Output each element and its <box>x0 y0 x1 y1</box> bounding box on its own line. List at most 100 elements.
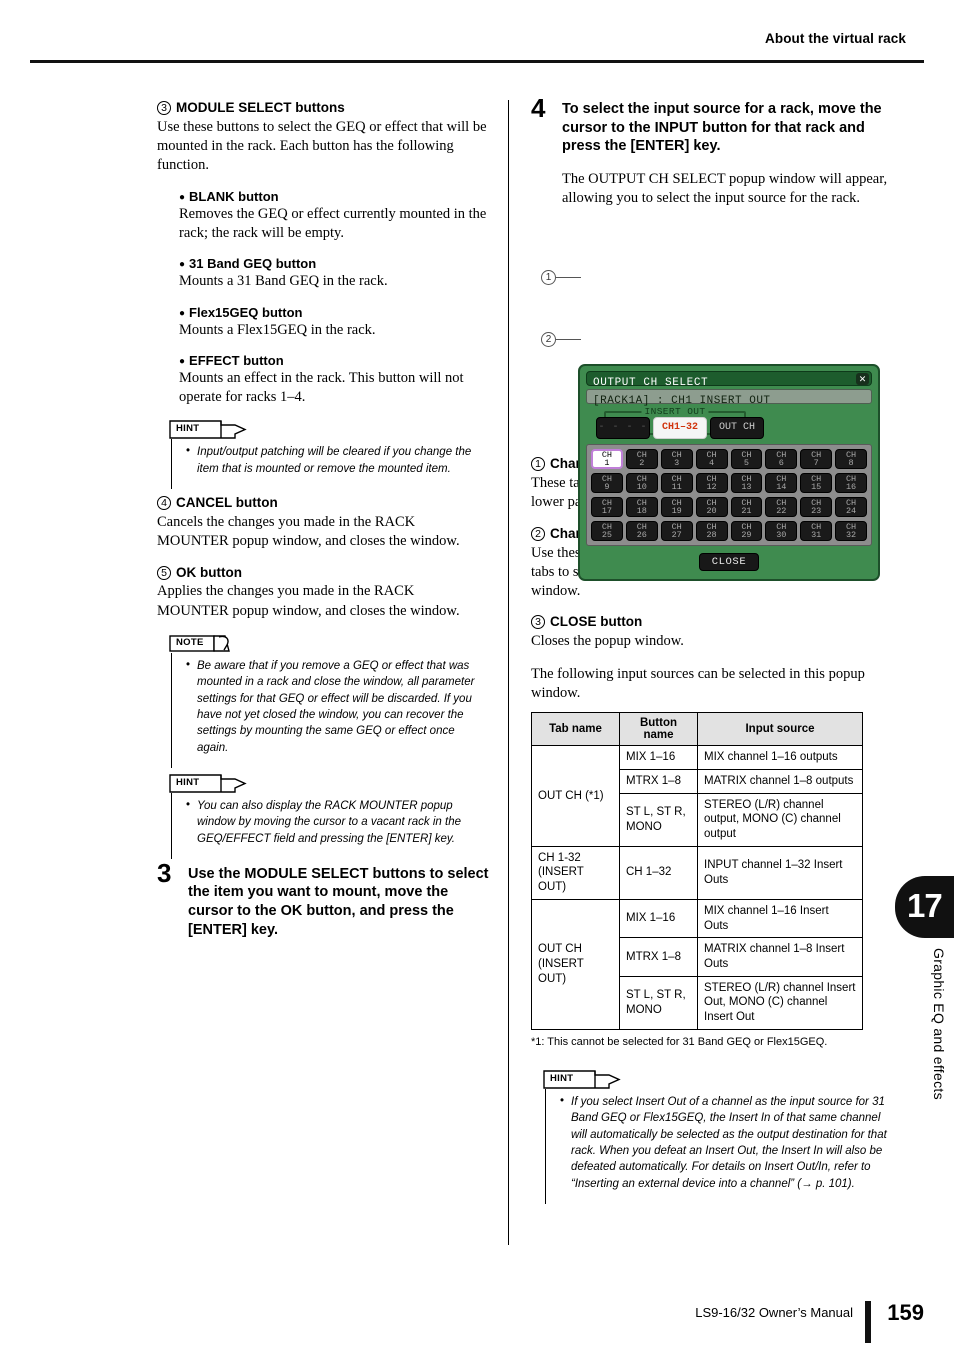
dialog-title: OUTPUT CH SELECT <box>593 377 709 390</box>
page-header: About the virtual rack <box>0 0 954 63</box>
table-header-button-name: Button name <box>619 712 698 747</box>
callout-marker-dialog-1: 1 <box>541 270 556 286</box>
module-select-body: Use these buttons to select the GEQ or e… <box>157 118 487 174</box>
channel-button-3[interactable]: CH 3 <box>660 449 693 470</box>
hint-body-3: If you select Insert Out of a channel as… <box>545 1088 891 1204</box>
channel-button-23[interactable]: CH 23 <box>800 497 833 518</box>
channel-button-26[interactable]: CH 26 <box>625 521 658 542</box>
channel-button-6[interactable]: CH 6 <box>765 449 798 470</box>
channel-button-29[interactable]: CH 29 <box>730 521 763 542</box>
channel-button-24[interactable]: CH 24 <box>835 497 867 518</box>
channel-button-11[interactable]: CH 11 <box>660 473 693 494</box>
chapter-label: Graphic EQ and effects <box>931 948 947 1100</box>
step-3-number: 3 <box>157 857 172 888</box>
tab-blank[interactable]: - - - - <box>596 417 650 440</box>
table-cell-input-source: STEREO (L/R) channel output, MONO (C) ch… <box>697 792 863 847</box>
channel-button-13[interactable]: CH 13 <box>730 473 763 494</box>
channel-button-4[interactable]: CH 4 <box>695 449 728 470</box>
ok-body: Applies the changes you made in the RACK… <box>157 583 460 619</box>
channel-button-number: 12 <box>706 482 717 493</box>
channel-button-27[interactable]: CH 27 <box>660 521 693 542</box>
channel-select-tabs-group: INSERT OUT - - - - CH 1–32 OUT CH <box>586 406 872 441</box>
ok-heading-text: OK button <box>176 564 242 580</box>
table-header-row: Tab name Button name Input source <box>531 712 863 747</box>
channel-button-number: 28 <box>706 530 717 541</box>
channel-button-12[interactable]: CH 12 <box>695 473 728 494</box>
table-header-tab-name: Tab name <box>531 712 620 747</box>
page-footer <box>0 1289 954 1351</box>
tab-ch-1-32[interactable]: CH 1–32 <box>653 417 707 440</box>
section-ok-button: 5 OK button Applies the changes you made … <box>157 565 489 621</box>
channel-button-30[interactable]: CH 30 <box>765 521 798 542</box>
channel-button-22[interactable]: CH 22 <box>765 497 798 518</box>
channel-button-number: 31 <box>811 530 822 541</box>
channel-button-32[interactable]: CH 32 <box>835 521 867 542</box>
channel-button-1[interactable]: CH 1 <box>591 449 623 470</box>
insert-out-group-label: INSERT OUT <box>641 406 709 418</box>
table-cell-input-source: MIX channel 1–16 Insert Outs <box>697 898 863 939</box>
channel-button-5[interactable]: CH 5 <box>730 449 763 470</box>
tab-out-ch[interactable]: OUT CH <box>710 417 764 440</box>
table-row: OUT CH (INSERT OUT) MIX 1–16 MIX channel 1… <box>531 898 863 1030</box>
channel-button-31[interactable]: CH 31 <box>800 521 833 542</box>
step-4-body: The OUTPUT CH SELECT popup window will a… <box>562 170 888 206</box>
hint-callout-2: HINT You can also display the RACK MOUNT… <box>157 774 489 859</box>
close-icon[interactable]: ✕ <box>856 373 869 386</box>
column-divider <box>508 100 509 1245</box>
channel-button-16[interactable]: CH 16 <box>835 473 867 494</box>
channel-button-number: 32 <box>845 530 857 541</box>
channel-button-number: 23 <box>811 506 822 517</box>
table-cell-input-source: INPUT channel 1–32 Insert Outs <box>697 845 863 900</box>
bullet-flex15geq-body: Mounts a Flex15GEQ in the rack. <box>179 321 376 338</box>
table-cell-button-name: MIX 1–16 <box>619 745 698 770</box>
channel-button-28[interactable]: CH 28 <box>695 521 728 542</box>
channel-button-19[interactable]: CH 19 <box>660 497 693 518</box>
channel-button-15[interactable]: CH 15 <box>800 473 833 494</box>
channel-button-number: 7 <box>813 458 819 469</box>
channel-button-17[interactable]: CH 17 <box>591 497 623 518</box>
output-ch-select-dialog-wrap: OUTPUT CH SELECT ✕ [RACK1A] : CH1 INSERT… <box>578 364 880 582</box>
hint-item-2: You can also display the RACK MOUNTER po… <box>186 797 489 847</box>
channel-select-buttons: CH 1 CH 2 CH 3 CH 4 CH 5 CH 6 CH 7 CH 8 CH 9 CH 10 CH 11 CH 12 C… <box>586 444 872 547</box>
channel-button-8[interactable]: CH 8 <box>835 449 867 470</box>
output-ch-select-dialog: OUTPUT CH SELECT ✕ [RACK1A] : CH1 INSERT… <box>578 364 880 582</box>
table-cell-tab-name: CH 1-32 (INSERT OUT) <box>531 845 620 900</box>
hint-tag-2: HINT <box>169 774 247 793</box>
channel-button-21[interactable]: CH 21 <box>730 497 763 518</box>
tab-ch-1-32-line1: CH <box>661 422 674 434</box>
channel-button-20[interactable]: CH 20 <box>695 497 728 518</box>
step-3: 3 Use the MODULE SELECT buttons to selec… <box>157 860 489 939</box>
channel-button-18[interactable]: CH 18 <box>625 497 658 518</box>
table-row: OUT CH (*1) MIX 1–16 MIX channel 1–16 outp… <box>531 745 863 847</box>
channel-button-number: 27 <box>671 530 682 541</box>
ok-heading: 5 OK button <box>157 565 489 582</box>
dialog-item-3-body: Closes the popup window. <box>531 633 684 650</box>
right-column: 4 To select the input source for a rack,… <box>531 95 891 1210</box>
dialog-figure: 1 2 3 OUTPUT CH SELECT ✕ [RACK1A] : CH1 … <box>531 221 891 582</box>
table-cell-input-source: MATRIX channel 1–8 Insert Outs <box>697 937 863 977</box>
cancel-heading-text: CANCEL button <box>176 495 278 511</box>
footer-page-number: 159 <box>887 1300 924 1325</box>
table-cell-button-name: MTRX 1–8 <box>619 937 698 977</box>
page-header-title: About the virtual rack <box>765 31 906 46</box>
channel-button-14[interactable]: CH 14 <box>765 473 798 494</box>
table-cell-button-name: MTRX 1–8 <box>619 768 698 794</box>
channel-button-number: 18 <box>636 506 647 517</box>
channel-button-number: 9 <box>604 482 610 493</box>
channel-button-number: 3 <box>674 458 680 469</box>
table-cell-button-name: CH 1–32 <box>619 845 698 900</box>
channel-button-7[interactable]: CH 7 <box>800 449 833 470</box>
dialog-titlebar: OUTPUT CH SELECT ✕ <box>586 371 872 390</box>
close-button[interactable]: CLOSE <box>698 553 760 572</box>
hint-tag-3: HINT <box>543 1070 621 1089</box>
channel-button-number: 5 <box>743 458 749 469</box>
hint-callout-3: HINT If you select Insert Out of a chann… <box>531 1070 891 1204</box>
channel-button-25[interactable]: CH 25 <box>591 521 623 542</box>
table-row: CH 1-32 (INSERT OUT) CH 1–32 INPUT channel… <box>531 845 863 900</box>
channel-button-9[interactable]: CH 9 <box>591 473 623 494</box>
channel-button-10[interactable]: CH 10 <box>625 473 658 494</box>
channel-button-2[interactable]: CH 2 <box>625 449 658 470</box>
note-tag-label-1: NOTE <box>176 636 204 648</box>
dialog-item-3-heading: 3 CLOSE button <box>531 614 891 631</box>
table-footnote: *1: This cannot be selected for 31 Band … <box>531 1035 828 1048</box>
